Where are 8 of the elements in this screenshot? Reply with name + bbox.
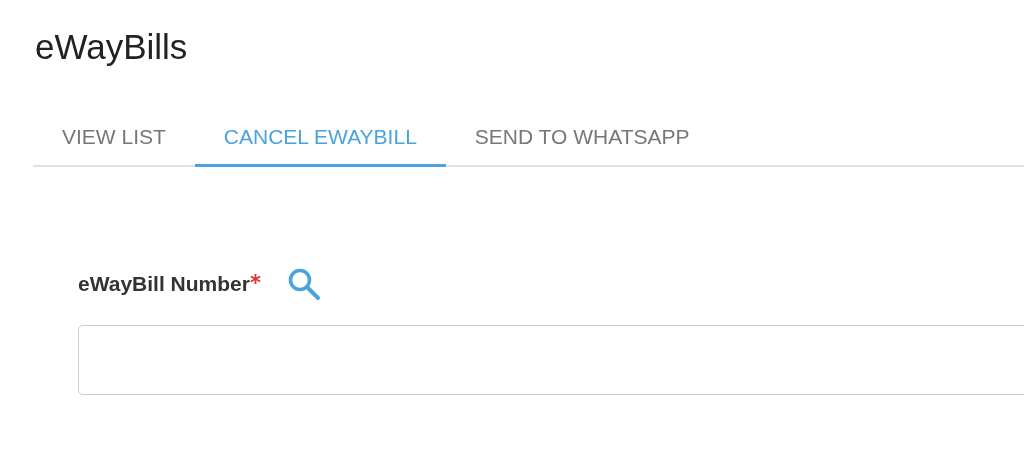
field-label: eWayBill Number (78, 270, 250, 297)
required-mark: * (249, 269, 261, 297)
page-title: eWayBills (35, 26, 189, 68)
tab[interactable]: VIEW LIST (33, 111, 195, 167)
tab[interactable]: CANCEL EWAYBILL (194, 111, 446, 167)
input-field[interactable] (78, 324, 1024, 395)
search-icon[interactable] (286, 266, 321, 301)
tab[interactable]: SEND TO WHATSAPP (445, 111, 719, 167)
